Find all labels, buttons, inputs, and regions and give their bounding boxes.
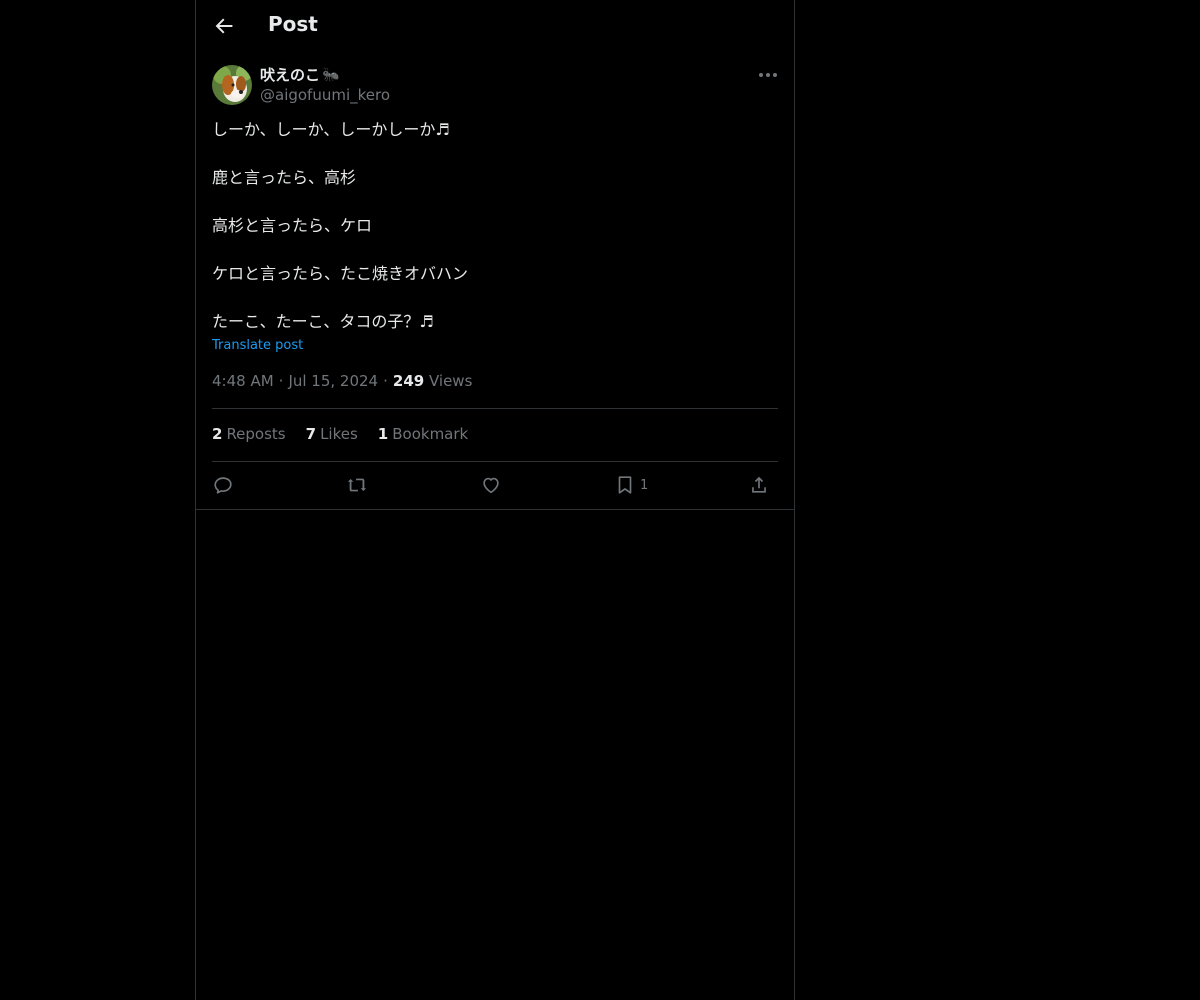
action-bar: 1 — [212, 473, 778, 499]
separator-dot: · — [278, 372, 284, 390]
share-button[interactable] — [748, 473, 770, 497]
back-arrow-icon[interactable] — [212, 14, 236, 38]
views-count: 249 — [392, 372, 425, 390]
author-name-row[interactable]: 吠えのこ 🐜 — [260, 64, 339, 85]
separator-dot: · — [383, 372, 388, 390]
reply-button[interactable] — [212, 473, 234, 497]
bookmarks-label: Bookmark — [392, 425, 469, 443]
post-stats: 2 Reposts 7 Likes 1 Bookmark — [212, 425, 468, 443]
like-button[interactable] — [480, 473, 502, 497]
translate-post-link[interactable]: Translate post — [212, 338, 303, 353]
bookmark-icon — [618, 476, 632, 494]
post-line: 高杉と言ったら、ケロ — [212, 216, 373, 235]
views-label: Views — [428, 372, 473, 390]
likes-count: 7 — [305, 425, 317, 443]
repost-icon — [347, 478, 367, 492]
post-line: たーこ、たーこ、タコの子？♬ — [212, 312, 434, 331]
divider — [212, 408, 778, 409]
author-name[interactable]: 吠えのこ — [260, 64, 320, 85]
reposts-label: Reposts — [226, 425, 286, 443]
page-title: Post — [268, 12, 318, 36]
post-line: しーか、しーか、しーかしーか♬ — [212, 120, 450, 139]
main-column: Post 吠えのこ 🐜 @aigofuumi_kero しーか、しーか、しーかし… — [195, 0, 795, 1000]
bookmarks-count: 1 — [377, 425, 389, 443]
like-icon — [483, 477, 499, 494]
reposts-count: 2 — [212, 425, 223, 443]
avatar[interactable] — [212, 65, 252, 105]
bookmark-count: 1 — [640, 477, 649, 493]
likes-stat[interactable]: 7 Likes — [306, 425, 358, 443]
post-line: ケロと言ったら、たこ焼きオバハン — [212, 264, 469, 283]
post-date[interactable]: Jul 15, 2024 — [288, 372, 378, 390]
likes-label: Likes — [320, 425, 358, 443]
ant-emoji-icon: 🐜 — [322, 66, 340, 83]
divider — [212, 461, 778, 462]
repost-button[interactable] — [346, 473, 368, 497]
post-text: しーか、しーか、しーかしーか♬ 鹿と言ったら、高杉 高杉と言ったら、ケロ ケロと… — [212, 118, 772, 334]
post-time[interactable]: 4:48 AM — [212, 372, 274, 390]
page-header: Post — [196, 0, 794, 53]
post-line: 鹿と言ったら、高杉 — [212, 168, 357, 187]
reply-icon — [214, 477, 232, 494]
post-bottom-border — [196, 509, 794, 510]
more-icon[interactable] — [756, 64, 780, 86]
share-icon — [752, 476, 766, 493]
reposts-stat[interactable]: 2 Reposts — [212, 425, 286, 443]
author-handle[interactable]: @aigofuumi_kero — [260, 86, 390, 104]
post-meta: 4:48 AM · Jul 15, 2024 · 249 Views — [212, 372, 472, 390]
bookmark-button[interactable]: 1 — [614, 473, 648, 497]
bookmarks-stat[interactable]: 1 Bookmark — [378, 425, 468, 443]
